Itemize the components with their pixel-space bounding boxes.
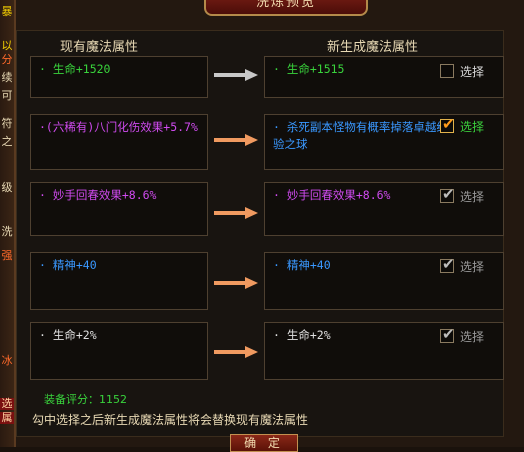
new-attribute-text: · 生命+1515	[273, 62, 345, 76]
strip-char: 选	[0, 397, 14, 410]
select-label: 选择	[460, 330, 485, 344]
confirm-button[interactable]: 确 定	[230, 434, 298, 452]
strip-char: 以	[1, 39, 13, 52]
new-attribute-text: · 生命+2%	[273, 328, 331, 342]
new-attribute-text: · 杀死副本怪物有概率掉落卓越经验之球	[273, 120, 448, 151]
select-label: 选择	[460, 190, 485, 204]
equipment-score: 装备评分：1152	[44, 393, 127, 406]
current-attribute-text: · 妙手回春效果+8.6%	[39, 188, 157, 202]
strip-char: 冰	[1, 354, 13, 367]
select-label: 选择	[460, 65, 485, 79]
strip-char: 暴	[1, 5, 13, 18]
select-label: 选择	[460, 120, 485, 134]
arrow-right-icon	[214, 277, 258, 289]
checkbox-icon[interactable]: ✔	[440, 185, 455, 203]
left-window-strip: 暴 以 分 续 可 符 之 级 洗 强 冰 选 属	[0, 0, 14, 447]
new-attributes-header: 新生成魔法属性	[327, 40, 419, 55]
strip-char: 洗	[1, 225, 13, 238]
hint-text: 勾中选择之后新生成魔法属性将会替换现有魔法属性	[32, 413, 309, 427]
strip-char: 可	[1, 89, 13, 102]
strip-char: 续	[1, 71, 13, 84]
current-attribute-text: · 生命+1520	[39, 62, 111, 76]
current-attribute-text: ·(六稀有)八门化伤效果+5.7%	[39, 120, 198, 134]
checkbox-icon[interactable]: ✔	[440, 255, 455, 273]
new-attribute-text: · 精神+40	[273, 258, 331, 272]
current-attribute-text: · 生命+2%	[39, 328, 97, 342]
current-attribute-row: · 精神+40	[30, 252, 208, 310]
strip-char: 级	[1, 181, 13, 194]
check-icon: ✔	[442, 325, 455, 343]
arrow-right-icon	[214, 69, 258, 81]
checkbox-icon[interactable]	[440, 64, 454, 78]
arrow-right-icon	[214, 346, 258, 358]
current-attributes-header: 现有魔法属性	[60, 40, 139, 55]
strip-char: 分	[1, 53, 13, 66]
select-label: 选择	[460, 260, 485, 274]
strip-char: 符	[1, 117, 13, 130]
current-attribute-row: ·(六稀有)八门化伤效果+5.7%	[30, 114, 208, 170]
checkbox-icon[interactable]: ✔	[440, 325, 455, 343]
strip-char: 属	[0, 411, 14, 424]
current-attribute-row: · 生命+1520	[30, 56, 208, 98]
strip-char: 强	[1, 249, 13, 262]
strip-char: 之	[1, 135, 13, 148]
current-attribute-row: · 生命+2%	[30, 322, 208, 380]
arrow-right-icon	[214, 134, 258, 146]
check-icon: ✔	[442, 115, 455, 133]
dialog-title: 洗炼预览	[204, 0, 368, 16]
check-icon: ✔	[442, 185, 455, 203]
current-attribute-text: · 精神+40	[39, 258, 97, 272]
current-attribute-row: · 妙手回春效果+8.6%	[30, 182, 208, 236]
check-icon: ✔	[442, 255, 455, 273]
checkbox-icon[interactable]: ✔	[440, 115, 455, 133]
new-attribute-text: · 妙手回春效果+8.6%	[273, 188, 391, 202]
arrow-right-icon	[214, 207, 258, 219]
